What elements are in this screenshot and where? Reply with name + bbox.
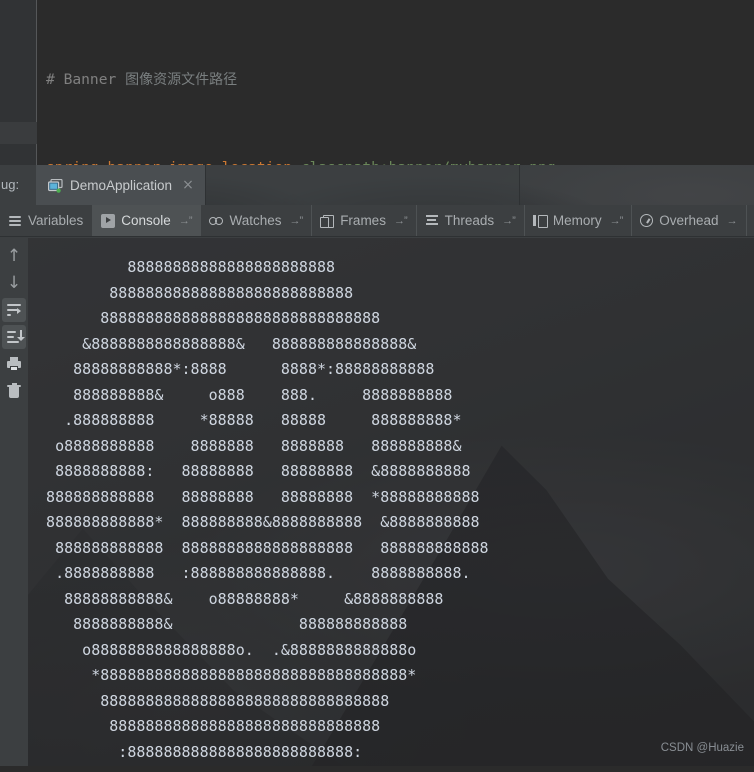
debug-label: ug:	[1, 177, 20, 192]
trash-icon	[6, 383, 22, 399]
tab-label: Variables	[28, 213, 84, 228]
editor-gutter[interactable]	[0, 0, 37, 165]
console-banner-line: o8888888888 8888888 8888888 888888888&	[28, 436, 462, 455]
tab-variables[interactable]: Variables	[0, 205, 94, 236]
soft-wrap-button[interactable]	[2, 298, 26, 322]
print-button[interactable]	[2, 352, 26, 376]
tab-watches[interactable]: Watches →”	[201, 205, 313, 236]
scroll-to-end-button[interactable]	[2, 325, 26, 349]
comment-hash: #	[46, 71, 64, 88]
console-banner-line: :8888888888888888888888888:	[28, 742, 363, 761]
console-banner-line: 88888888888888888888888888888888	[28, 691, 390, 710]
debug-session-tab-label: DemoApplication	[70, 177, 173, 193]
comment-text: Banner	[63, 71, 126, 88]
console-banner-line: 88888888888*:8888 8888*:88888888888	[28, 360, 435, 378]
pin-icon[interactable]: →”	[179, 215, 193, 227]
pin-icon[interactable]: →”	[290, 215, 304, 227]
tab-label: Console	[121, 213, 171, 228]
overhead-icon	[640, 214, 654, 227]
console-banner-line: .8888888888 :888888888888888. 8888888888…	[28, 564, 471, 582]
soft-wrap-icon	[6, 302, 22, 318]
tab-console[interactable]: Console →”	[93, 205, 202, 236]
gutter-caret-line-highlight	[0, 122, 37, 144]
pin-icon[interactable]: →”	[394, 215, 408, 227]
console-banner-line: 8888888888888888888888888888888	[28, 309, 381, 327]
tab-label: Frames	[340, 213, 386, 228]
variables-icon	[8, 214, 22, 228]
code-line-comment: # Banner 图像资源文件路径	[38, 69, 754, 91]
tab-threads[interactable]: Threads →”	[417, 205, 525, 236]
console-banner-line: *8888888888888888888888888888888888*	[28, 666, 417, 684]
tab-memory[interactable]: Memory →”	[525, 205, 633, 236]
comment-cjk-text: 图像资源文件路径	[125, 72, 238, 88]
print-icon	[6, 356, 22, 372]
tab-label: Overhead	[659, 213, 719, 228]
pin-icon[interactable]: →”	[502, 215, 516, 227]
console-banner-line: &8888888888888888& 888888888888888&	[28, 334, 417, 353]
tab-frames[interactable]: Frames →”	[312, 205, 417, 236]
console-banner-line: 888888888888 88888888 88888888 *88888888…	[28, 487, 480, 506]
frames-icon	[320, 214, 335, 228]
tab-label: Watches	[229, 213, 282, 228]
console-banner-line: .888888888 *88888 88888 888888888*	[28, 411, 462, 429]
arrow-up-icon: ↑	[6, 245, 22, 266]
arrow-down-icon: ↓	[6, 272, 22, 293]
console-banner-line: 888888888888* 888888888&8888888888 &8888…	[28, 513, 480, 531]
watches-icon	[209, 214, 224, 228]
console-banner-line: 888888888888 8888888888888888888 8888888…	[28, 538, 489, 557]
console-banner-output: 88888888888888888888888 8888888888888888…	[28, 238, 754, 772]
scroll-up-button[interactable]: ↑	[2, 244, 26, 268]
console-side-toolbar: ↑ ↓	[0, 238, 28, 772]
debug-session-tab-strip-filler	[172, 165, 520, 205]
tab-label: Threads	[444, 213, 495, 228]
scroll-to-end-icon	[6, 329, 25, 345]
threads-icon	[425, 214, 439, 228]
close-icon[interactable]: ×	[182, 178, 194, 192]
pin-icon[interactable]: →”	[610, 215, 624, 227]
scroll-down-button[interactable]: ↓	[2, 271, 26, 295]
debug-session-tab-strip: ug: DemoApplication ×	[0, 165, 754, 205]
console-banner-line: 888888888888888888888888888	[28, 283, 354, 302]
console-banner-line: 8888888888& 888888888888	[28, 615, 408, 633]
clear-all-button[interactable]	[2, 379, 26, 403]
watermark: CSDN @Huazie	[660, 742, 744, 754]
console-play-icon	[101, 213, 116, 228]
window-bottom-edge	[0, 766, 754, 772]
console-banner-line: 88888888888888888888888	[28, 258, 336, 276]
console-pane[interactable]: ↑ ↓ 88888888888888888888888 888888888888…	[0, 238, 754, 772]
editor-code-area[interactable]: # Banner 图像资源文件路径 spring.banner.image.lo…	[38, 0, 754, 528]
debug-session-tab-demoapplication[interactable]: DemoApplication ×	[36, 165, 206, 205]
tab-label: Memory	[552, 213, 602, 228]
tab-overhead[interactable]: Overhead →	[632, 205, 747, 236]
idea-window: # Banner 图像资源文件路径 spring.banner.image.lo…	[0, 0, 754, 772]
console-banner-line: 888888888888888888888888888888	[28, 717, 381, 735]
pin-icon[interactable]: →	[727, 215, 738, 227]
debug-tool-tabs: Variables Console →” Watches →” Frames →…	[0, 205, 754, 237]
console-banner-line: 888888888& o888 888. 8888888888	[28, 385, 453, 404]
memory-icon	[532, 214, 548, 228]
console-banner-line: o8888888888888888o. .&8888888888888o	[28, 640, 417, 659]
run-configuration-icon	[48, 178, 63, 193]
editor-pane[interactable]: # Banner 图像资源文件路径 spring.banner.image.lo…	[0, 0, 754, 528]
console-banner-line: 8888888888: 88888888 88888888 &888888888…	[28, 462, 471, 480]
console-banner-line: 88888888888& o88888888* &8888888888	[28, 589, 444, 608]
